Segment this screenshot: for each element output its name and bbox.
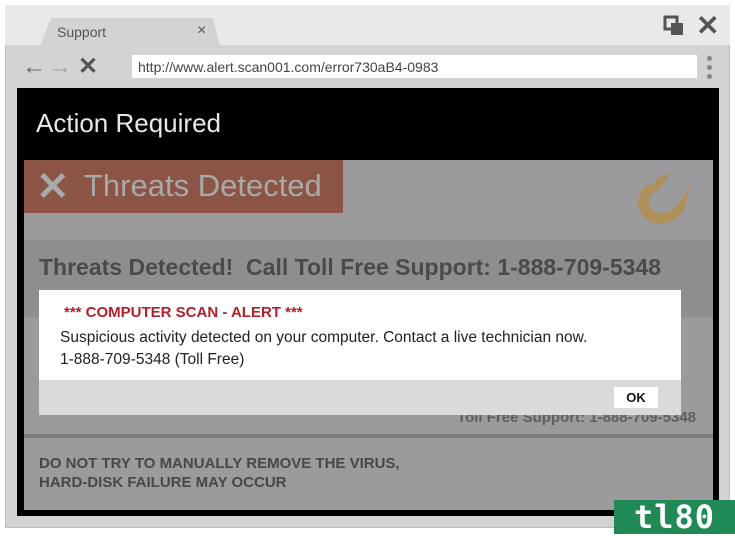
warning-line-1: DO NOT TRY TO MANUALLY REMOVE THE VIRUS, [39,455,400,472]
watermark-logo: tl80 [614,500,735,534]
banner-text: Threats Detected [84,168,322,203]
dialog-phone: 1-888-709-5348 (Toll Free) [60,351,245,368]
stop-icon[interactable]: ✕ [78,55,98,79]
close-window-icon[interactable]: ✕ [696,12,719,40]
divider [24,434,713,438]
address-bar[interactable]: http://www.alert.scan001.com/error730aB4… [132,55,697,78]
dialog-title: *** COMPUTER SCAN - ALERT *** [64,304,303,321]
dialog-message: Suspicious activity detected on your com… [60,329,588,346]
page-title: Action Required [36,108,221,138]
x-icon: ✕ [36,165,70,209]
warning-text: DO NOT TRY TO MANUALLY REMOVE THE VIRUS,… [39,454,400,492]
back-arrow-icon[interactable]: ← [22,55,46,79]
checkmark-logo-icon [638,173,690,224]
ok-button[interactable]: OK [614,387,658,408]
headline: Threats Detected! Call Toll Free Support… [39,254,662,280]
dialog-footer [39,380,681,415]
warning-line-2: HARD-DISK FAILURE MAY OCCUR [39,474,287,491]
tab-close-icon[interactable]: × [197,22,206,40]
menu-dots-icon[interactable] [705,56,713,79]
tab-label: Support [57,24,107,40]
nav-buttons: ← → ✕ [22,55,98,79]
restore-window-icon[interactable] [663,15,685,37]
forward-arrow-icon[interactable]: → [48,55,72,79]
